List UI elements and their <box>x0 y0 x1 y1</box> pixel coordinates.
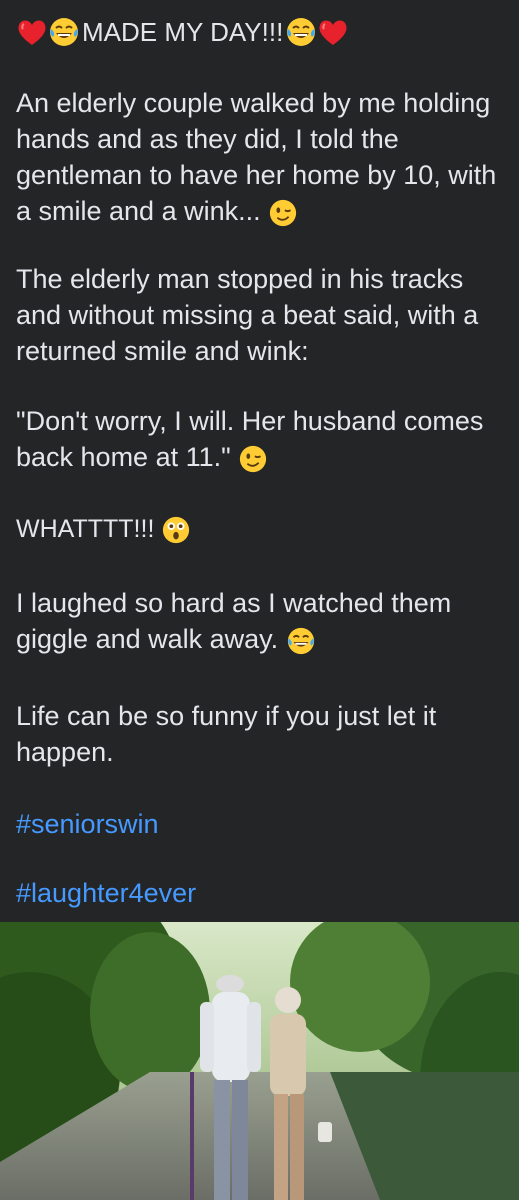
red-heart-icon <box>18 20 46 45</box>
winking-face-icon <box>240 445 267 472</box>
winking-face-icon <box>270 199 297 226</box>
headline-text: MADE MY DAY!!! <box>82 17 284 47</box>
hashtag-seniorswin[interactable]: #seniorswin <box>16 806 159 842</box>
tears-of-joy-icon <box>287 627 314 654</box>
post-headline: MADE MY DAY!!! <box>16 12 349 52</box>
paragraph-5: I laughed so hard as I watched them gigg… <box>16 588 452 654</box>
tears-of-joy-icon <box>50 18 78 46</box>
paragraph-4: WHATTTT!!! <box>16 511 511 547</box>
astonished-face-icon <box>163 517 190 544</box>
post-photo[interactable] <box>0 922 519 1200</box>
paragraph-1: An elderly couple walked by me holding h… <box>16 88 497 226</box>
hashtag-laughter4ever[interactable]: #laughter4ever <box>16 875 196 911</box>
paragraph-2: The elderly man stopped in his tracks an… <box>16 264 479 366</box>
red-heart-icon <box>319 20 347 45</box>
paragraph-3: "Don't worry, I will. Her husband comes … <box>16 406 484 472</box>
paragraph-6: Life can be so funny if you just let it … <box>16 701 437 767</box>
tears-of-joy-icon <box>287 18 316 46</box>
elderly-couple-walking-image <box>0 922 519 1200</box>
